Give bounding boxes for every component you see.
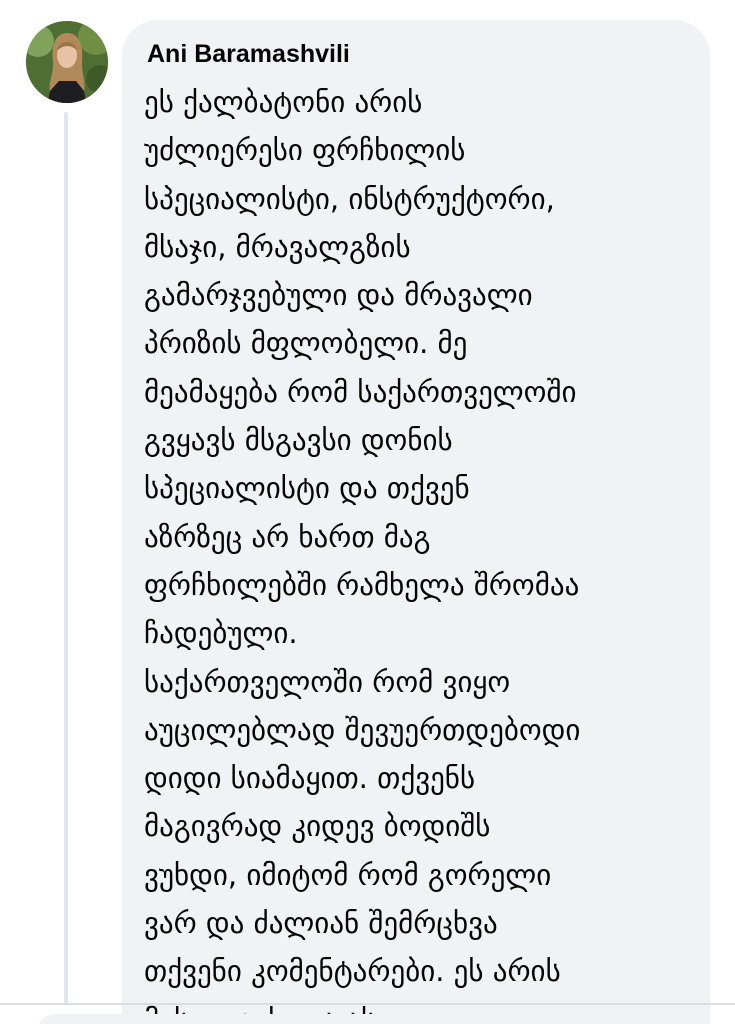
comment-text-line: გამარჯვებული და მრავალი xyxy=(144,278,533,313)
comment-text-line: მაგივრად კიდევ ბოდიშს xyxy=(144,809,491,844)
comment-text-line: აუცილებლად შევუერთდებოდი xyxy=(144,712,581,747)
comment-text-line: უძლიერესი ფრჩხილის xyxy=(144,133,466,168)
comment-text-line: სპეციალისტი, ინსტრუქტორი, xyxy=(144,181,555,216)
section-divider xyxy=(0,1003,735,1005)
comment-text-line: ეს ქალბატონი არის xyxy=(144,85,423,119)
comment-thread: Ani Baramashvili ეს ქალბატონი არის უძლიე… xyxy=(0,0,735,1024)
comment-text-line: საქართველოში რომ ვიყო xyxy=(144,664,511,699)
comment-text: ეს ქალბატონი არის უძლიერესი ფრჩხილის სპე… xyxy=(144,78,580,1024)
comment-text-line: სპეციალისტი და თქვენ xyxy=(144,471,470,506)
avatar-photo xyxy=(26,21,108,103)
comment-bubble: Ani Baramashvili ეს ქალბატონი არის უძლიე… xyxy=(122,20,710,1024)
comment-text-line: თქვენი კომენტარები. ეს არის xyxy=(144,954,561,989)
comment-text-line: გვყავს მსგავსი დონის xyxy=(144,423,453,458)
avatar[interactable] xyxy=(26,21,108,103)
reply-input[interactable] xyxy=(36,1014,616,1024)
comment-text-line: მსაჯი, მრავალგზის xyxy=(144,229,411,264)
thread-connector-line xyxy=(64,112,68,1004)
comment-text-line: დიდი სიამაყით. თქვენს xyxy=(144,761,476,796)
comment-text-line: მეამაყება რომ საქართველოში xyxy=(144,374,577,409)
comment-text-line: აზრზეც არ ხართ მაგ xyxy=(144,519,431,554)
comment-text-line: ვარ და ძალიან შემრცხვა xyxy=(144,906,498,941)
comment-text-line: ვუხდი, იმიტომ რომ გორელი xyxy=(144,857,552,892)
comment-author-name[interactable]: Ani Baramashvili xyxy=(147,40,350,69)
comment-text-line: ჩადებული. xyxy=(144,616,298,651)
comment-text-line: პრიზის მფლობელი. მე xyxy=(144,326,468,361)
comment-text-line: ფრჩხილებში რამხელა შრომაა xyxy=(144,567,580,602)
